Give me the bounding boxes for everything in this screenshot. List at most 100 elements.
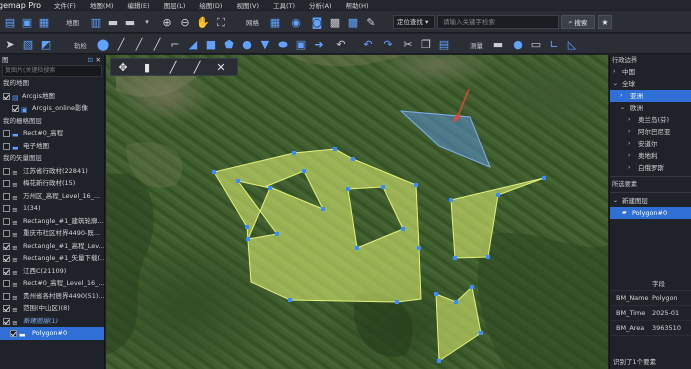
rotate-icon[interactable]: ↶ bbox=[333, 36, 349, 52]
layer-item[interactable]: ▣ Arcgis_online影像 bbox=[0, 102, 104, 115]
edit-icon[interactable]: ◩ bbox=[38, 36, 54, 52]
vertex[interactable] bbox=[470, 285, 474, 289]
menu-layer[interactable]: 图层(L) bbox=[164, 0, 186, 10]
map3-icon[interactable]: ▬ bbox=[122, 14, 138, 30]
layer-checkbox[interactable] bbox=[3, 205, 10, 212]
copy-icon[interactable]: ❐ bbox=[418, 36, 434, 52]
layer-checkbox[interactable] bbox=[12, 105, 19, 112]
line-icon[interactable]: ╱ bbox=[113, 36, 129, 52]
selected-polygon[interactable] bbox=[399, 110, 491, 168]
layer-checkbox[interactable] bbox=[3, 230, 10, 237]
tree-item-country[interactable]: › 安道尔 bbox=[610, 138, 691, 150]
vertex[interactable] bbox=[401, 227, 405, 231]
angle-icon[interactable]: ∟ bbox=[546, 36, 562, 52]
vertex[interactable] bbox=[395, 300, 399, 304]
layer-item[interactable]: ▬ 电子地图 bbox=[0, 140, 104, 153]
tree-item-country[interactable]: › 奥地利 bbox=[610, 150, 691, 162]
vertex[interactable] bbox=[302, 169, 306, 173]
layer-item[interactable]: ≡ Rectangle_#1_建筑轮廓... bbox=[0, 215, 104, 228]
text-box-icon[interactable]: ▣ bbox=[293, 36, 309, 52]
tree-item-global[interactable]: ⌄ 全球 bbox=[610, 78, 691, 90]
vertex[interactable] bbox=[542, 176, 546, 180]
image-icon[interactable]: ▣ bbox=[19, 14, 35, 30]
menu-view[interactable]: 视图(V) bbox=[236, 0, 259, 10]
menu-draw[interactable]: 绘图(D) bbox=[199, 0, 222, 10]
layer-search-input[interactable]: 复图片(关键检搜索 bbox=[2, 65, 102, 77]
tree-item-country[interactable]: › 白俄罗斯 bbox=[610, 162, 691, 174]
point-icon[interactable]: ⬤ bbox=[95, 36, 111, 52]
ellipse-icon[interactable]: ⬬ bbox=[275, 36, 291, 52]
circle-icon[interactable]: ● bbox=[239, 36, 255, 52]
zoom-out-icon[interactable]: ⊖ bbox=[177, 14, 193, 30]
tree-item-country[interactable]: › 阿尔巴尼亚 bbox=[610, 126, 691, 138]
close-icon[interactable]: ✕ bbox=[213, 59, 229, 75]
vertex[interactable] bbox=[288, 298, 292, 302]
vertex[interactable] bbox=[236, 179, 240, 183]
pen-icon[interactable]: ╱ bbox=[165, 59, 181, 75]
menu-edit[interactable]: 编辑(E) bbox=[128, 0, 150, 10]
delete-icon[interactable]: ▮ bbox=[139, 59, 155, 75]
menu-file[interactable]: 文件(F) bbox=[54, 0, 76, 10]
layer-item[interactable]: ≡ 江苏省行政村(22841) bbox=[0, 165, 104, 178]
grid-table-icon[interactable]: ▦ bbox=[267, 14, 283, 30]
search-mode-select[interactable]: 定位查找 ▾ bbox=[393, 15, 435, 29]
tree-item-europe[interactable]: ⌄ 欧洲 bbox=[610, 102, 691, 114]
selected-feature-item[interactable]: ▰ Polygon#0 bbox=[610, 207, 691, 219]
layer-checkbox[interactable] bbox=[3, 130, 10, 137]
vertex[interactable] bbox=[453, 256, 457, 260]
line2-icon[interactable]: ╱ bbox=[131, 36, 147, 52]
cut-icon[interactable]: ✂ bbox=[400, 36, 416, 52]
curve-icon[interactable]: ⌐ bbox=[167, 36, 183, 52]
layer-item[interactable]: ≡ Rect#0_高程_Level_16_... bbox=[0, 277, 104, 290]
layer-checkbox[interactable] bbox=[3, 217, 10, 225]
line3-icon[interactable]: ╱ bbox=[149, 36, 165, 52]
vertex[interactable] bbox=[486, 255, 490, 259]
layer-checkbox[interactable] bbox=[3, 242, 10, 250]
polygon-icon[interactable]: ⬟ bbox=[221, 36, 237, 52]
feature-item-polygon[interactable]: ▬ Polygon#0 bbox=[0, 327, 104, 340]
vertex[interactable] bbox=[449, 198, 453, 202]
rect-icon[interactable]: ■ bbox=[203, 36, 219, 52]
layer-checkbox[interactable] bbox=[3, 255, 10, 262]
close-icon[interactable]: ✕ bbox=[96, 55, 101, 65]
layer-item[interactable]: ≡ 范围(中山区)(8) bbox=[0, 302, 104, 315]
map-icon[interactable]: ▥ bbox=[88, 14, 104, 30]
vertex[interactable] bbox=[496, 193, 500, 197]
slope-icon[interactable]: ◺ bbox=[564, 36, 580, 52]
layer-item[interactable]: ▬ Rect#0_高程 bbox=[0, 127, 104, 140]
chevron-down-icon[interactable]: ▾ bbox=[139, 14, 155, 30]
layer-item[interactable]: ≡ 1(34) bbox=[0, 202, 104, 215]
map2-icon[interactable]: ▬ bbox=[105, 14, 121, 30]
vertex[interactable] bbox=[355, 246, 359, 250]
camera-icon[interactable]: ◙ bbox=[309, 14, 325, 30]
map-canvas[interactable] bbox=[106, 55, 608, 369]
vertex[interactable] bbox=[381, 185, 385, 189]
layer-item[interactable]: ≡ 重庆市社区村界4490-既... bbox=[0, 227, 104, 240]
vertex[interactable] bbox=[479, 331, 483, 335]
triangle-icon[interactable]: ▼ bbox=[257, 36, 273, 52]
layer-checkbox[interactable] bbox=[3, 305, 10, 312]
vertex[interactable] bbox=[437, 359, 441, 363]
globe-icon[interactable]: ◉ bbox=[288, 14, 304, 30]
person-icon[interactable]: ● bbox=[510, 36, 526, 52]
layer-item[interactable]: ≡ Rectangle_#1_矢量下载(... bbox=[0, 252, 104, 265]
tree-item-country[interactable]: › 奥兰岛(芬) bbox=[610, 114, 691, 126]
layer-checkbox[interactable] bbox=[3, 192, 10, 200]
vertex[interactable] bbox=[333, 147, 337, 151]
area-icon[interactable]: ▭ bbox=[528, 36, 544, 52]
vertex[interactable] bbox=[245, 225, 249, 229]
redo-icon[interactable]: ↷ bbox=[380, 36, 396, 52]
search-button[interactable]: ⌕ 搜索 bbox=[561, 15, 595, 29]
zoom-in-icon[interactable]: ⊕ bbox=[159, 14, 175, 30]
vertex[interactable] bbox=[434, 292, 438, 296]
select-icon[interactable]: ➤ bbox=[2, 36, 18, 52]
selected-layer-item[interactable]: ⌄ 新建图层 bbox=[610, 195, 691, 207]
layer-checkbox[interactable] bbox=[3, 280, 10, 287]
move-icon[interactable]: ✥ bbox=[115, 59, 131, 75]
pin-icon[interactable]: ⊡ bbox=[88, 55, 93, 65]
menu-map[interactable]: 地图(M) bbox=[90, 0, 114, 10]
polygon-bottom[interactable] bbox=[435, 286, 482, 362]
vertex[interactable] bbox=[246, 237, 250, 241]
layer-checkbox[interactable] bbox=[3, 180, 10, 187]
layer-item[interactable]: ▤ Arcgis地图 bbox=[0, 90, 104, 103]
